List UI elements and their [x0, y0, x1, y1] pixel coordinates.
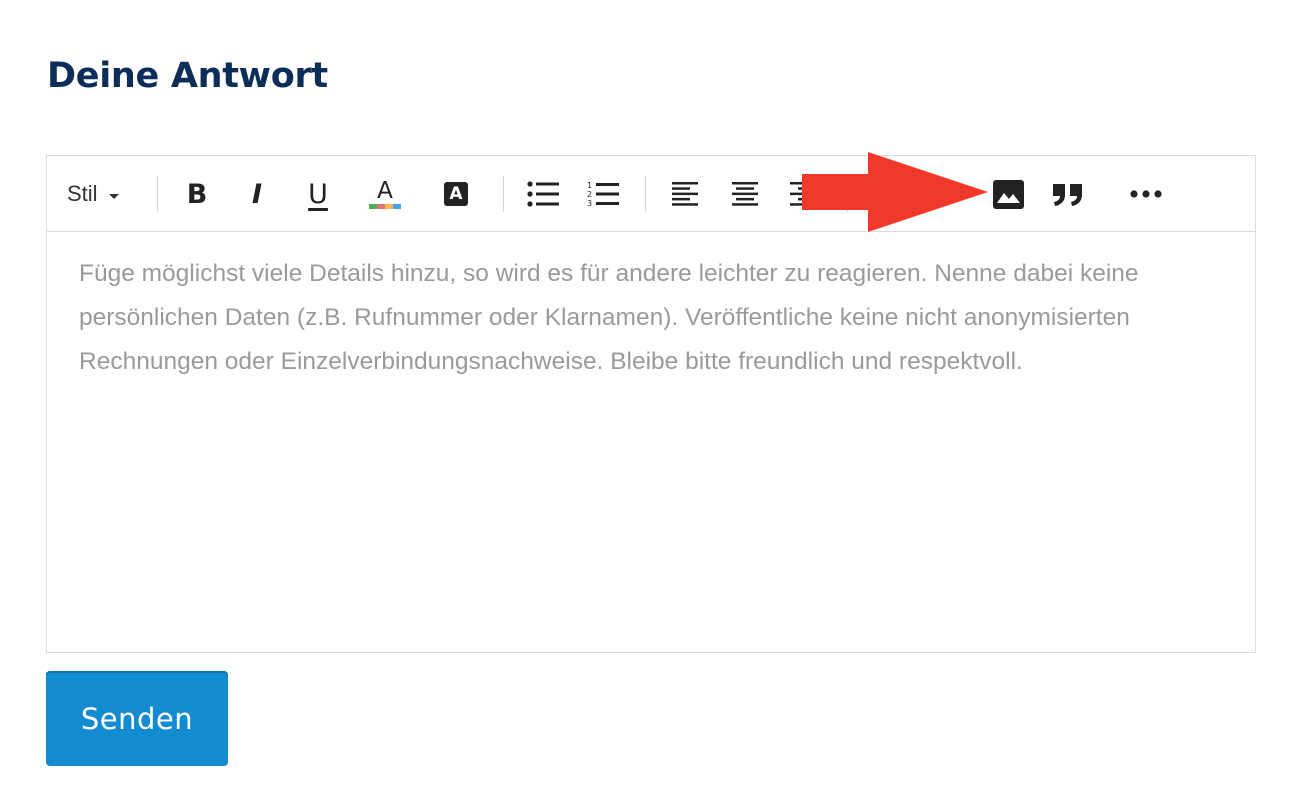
bullet-list-icon: [527, 181, 559, 207]
send-button[interactable]: Senden: [46, 671, 228, 766]
underline-button[interactable]: U: [300, 176, 336, 212]
align-right-icon: [790, 182, 816, 206]
toolbar-separator: [503, 176, 504, 212]
italic-button[interactable]: I: [239, 176, 275, 212]
numbered-list-icon: 1 2 3: [587, 181, 619, 208]
align-left-icon: [672, 182, 698, 206]
svg-text:3: 3: [587, 199, 592, 208]
align-center-icon: [732, 182, 758, 206]
more-icon: [1130, 190, 1162, 198]
style-dropdown-label: Stil: [67, 181, 98, 206]
editor-toolbar: Stil B I U A A 1 2 3: [47, 156, 1255, 232]
align-right-button[interactable]: [785, 176, 821, 212]
caret-down-icon: [108, 181, 120, 207]
toolbar-separator: [847, 176, 848, 212]
quote-button[interactable]: [1050, 176, 1086, 212]
bold-button[interactable]: B: [179, 176, 215, 212]
image-icon: [992, 179, 1024, 209]
highlight-icon: A: [444, 182, 468, 206]
align-left-button[interactable]: [667, 176, 703, 212]
bold-icon: B: [186, 178, 208, 210]
italic-icon: I: [251, 178, 263, 210]
style-dropdown[interactable]: Stil: [67, 178, 120, 210]
highlight-glyph: A: [449, 183, 463, 204]
align-center-button[interactable]: [727, 176, 763, 212]
svg-text:2: 2: [587, 190, 592, 199]
underline-icon: U: [308, 178, 328, 210]
color-swatch-icon: [369, 203, 401, 209]
toolbar-separator: [645, 176, 646, 212]
more-options-button[interactable]: [1128, 176, 1164, 212]
quote-icon: [1053, 184, 1082, 206]
text-color-button[interactable]: A: [367, 176, 403, 212]
highlight-button[interactable]: A: [438, 176, 474, 212]
rich-text-editor: Stil B I U A A 1 2 3 Füge möglichst viel…: [46, 155, 1256, 653]
editor-placeholder: Füge möglichst viele Details hinzu, so w…: [79, 260, 1139, 375]
insert-image-button[interactable]: [990, 176, 1026, 212]
editor-textarea[interactable]: Füge möglichst viele Details hinzu, so w…: [79, 252, 1209, 384]
numbered-list-button[interactable]: 1 2 3: [585, 176, 621, 212]
bullet-list-button[interactable]: [525, 176, 561, 212]
text-color-icon: A: [377, 177, 393, 204]
toolbar-separator: [157, 176, 158, 212]
svg-text:1: 1: [587, 181, 592, 190]
page-title: Deine Antwort: [47, 56, 328, 96]
